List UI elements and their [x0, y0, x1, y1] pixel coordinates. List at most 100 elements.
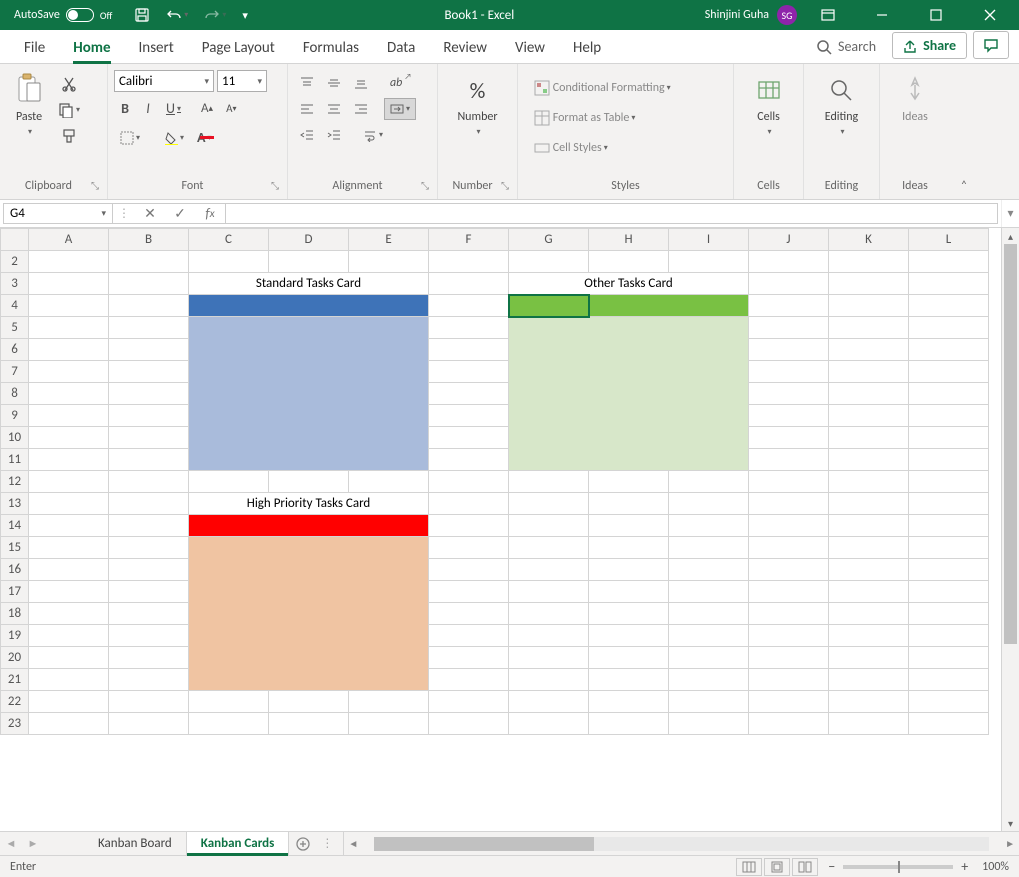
save-icon[interactable] [128, 3, 156, 27]
row-header[interactable]: 4 [1, 295, 29, 317]
col-header[interactable]: K [829, 229, 909, 251]
wrap-text-button[interactable]: ▾ [357, 124, 389, 146]
tell-me-search[interactable]: Search [806, 34, 886, 59]
row-header[interactable]: 15 [1, 537, 29, 559]
hscroll-left-icon[interactable]: ◄ [348, 837, 358, 850]
sheet-tab-kanban-cards[interactable]: Kanban Cards [187, 832, 290, 855]
other-card-title[interactable]: Other Tasks Card [509, 273, 749, 295]
minimize-button[interactable] [859, 0, 905, 30]
cells-button[interactable]: Cells▾ [747, 68, 791, 143]
scroll-down-icon[interactable]: ▾ [1002, 815, 1019, 831]
col-header[interactable]: A [29, 229, 109, 251]
tab-page-layout[interactable]: Page Layout [188, 31, 289, 63]
orientation-button[interactable]: ab↗ [384, 72, 417, 94]
hscroll-right-icon[interactable]: ► [1005, 837, 1015, 850]
name-box-grip[interactable]: ⋮ [113, 203, 135, 224]
align-center-button[interactable] [321, 98, 347, 120]
col-header[interactable]: L [909, 229, 989, 251]
enter-formula-button[interactable]: ✓ [165, 205, 195, 222]
collapse-ribbon-button[interactable]: ˄ [950, 64, 978, 199]
row-header[interactable]: 18 [1, 603, 29, 625]
row-header[interactable]: 12 [1, 471, 29, 493]
sheet-table[interactable]: A B C D E F G H I J K L 2 3Standard Task… [0, 228, 989, 735]
scroll-up-icon[interactable]: ▴ [1002, 228, 1019, 244]
row-header[interactable]: 5 [1, 317, 29, 339]
expand-formula-bar[interactable]: ▾ [1001, 200, 1019, 227]
qat-customize[interactable]: ▾ [236, 5, 254, 26]
tab-review[interactable]: Review [429, 31, 501, 63]
row-header[interactable]: 13 [1, 493, 29, 515]
shrink-font-button[interactable]: A▾ [220, 96, 242, 121]
autosave-toggle[interactable]: AutoSave Off [0, 8, 122, 22]
align-right-button[interactable] [348, 98, 374, 120]
share-button[interactable]: Share [892, 32, 967, 59]
font-size-dropdown[interactable]: 11▾ [217, 70, 267, 92]
tab-formulas[interactable]: Formulas [289, 31, 373, 63]
row-header[interactable]: 3 [1, 273, 29, 295]
scroll-thumb[interactable] [1004, 244, 1017, 644]
row-header[interactable]: 23 [1, 713, 29, 735]
col-header[interactable]: J [749, 229, 829, 251]
tab-insert[interactable]: Insert [125, 31, 188, 63]
merge-button[interactable]: ▾ [384, 98, 416, 120]
font-name-dropdown[interactable]: Calibri▾ [114, 70, 214, 92]
name-box[interactable]: G4▾ [3, 203, 113, 224]
close-button[interactable] [967, 0, 1013, 30]
col-header[interactable]: I [669, 229, 749, 251]
zoom-level[interactable]: 100% [982, 860, 1009, 874]
row-header[interactable]: 17 [1, 581, 29, 603]
increase-indent-button[interactable] [321, 124, 347, 146]
align-bottom-button[interactable] [348, 72, 374, 94]
ribbon-display-icon[interactable] [805, 0, 851, 30]
tab-help[interactable]: Help [559, 31, 615, 63]
hscroll-thumb[interactable] [374, 837, 594, 851]
tab-data[interactable]: Data [373, 31, 429, 63]
standard-card-header[interactable] [189, 295, 429, 317]
col-header[interactable]: E [349, 229, 429, 251]
comments-button[interactable] [973, 31, 1009, 59]
ideas-button[interactable]: Ideas [894, 68, 936, 128]
row-header[interactable]: 11 [1, 449, 29, 471]
col-header[interactable]: B [109, 229, 189, 251]
standard-card-body[interactable] [189, 317, 429, 471]
row-header[interactable]: 10 [1, 427, 29, 449]
underline-button[interactable]: U▾ [160, 96, 187, 121]
bold-button[interactable]: B [114, 96, 136, 121]
row-header[interactable]: 22 [1, 691, 29, 713]
format-painter-button[interactable] [52, 124, 86, 148]
cancel-formula-button[interactable]: ✕ [135, 205, 165, 222]
user-avatar[interactable]: SG [777, 5, 797, 25]
zoom-out-button[interactable]: − [828, 858, 835, 875]
alignment-dialog-icon[interactable]: ⤡ [421, 179, 429, 192]
number-dialog-icon[interactable]: ⤡ [501, 179, 509, 192]
row-header[interactable]: 16 [1, 559, 29, 581]
other-card-body[interactable] [509, 317, 749, 471]
align-middle-button[interactable] [321, 72, 347, 94]
high-priority-card-body[interactable] [189, 537, 429, 691]
tab-nav-prev[interactable]: ◄ [0, 832, 22, 855]
high-priority-card-header[interactable] [189, 515, 429, 537]
row-header[interactable]: 14 [1, 515, 29, 537]
col-header[interactable]: H [589, 229, 669, 251]
fx-button[interactable]: fx [195, 205, 225, 222]
selected-cell[interactable] [509, 295, 589, 317]
decrease-indent-button[interactable] [294, 124, 320, 146]
redo-button[interactable]: ▾ [198, 3, 232, 27]
editing-button[interactable]: Editing▾ [817, 68, 866, 143]
row-header[interactable]: 2 [1, 251, 29, 273]
cut-button[interactable] [52, 72, 86, 96]
tab-file[interactable]: File [10, 31, 59, 63]
fill-color-button[interactable]: ▾ [158, 125, 190, 150]
col-header[interactable]: C [189, 229, 269, 251]
other-card-header[interactable] [589, 295, 749, 317]
autosave-switch[interactable] [66, 8, 94, 22]
undo-button[interactable]: ▾ [160, 3, 194, 27]
new-sheet-button[interactable] [289, 832, 317, 855]
cell-styles-button[interactable]: Cell Styles▾ [528, 136, 723, 160]
row-header[interactable]: 7 [1, 361, 29, 383]
high-priority-card-title[interactable]: High Priority Tasks Card [189, 493, 429, 515]
clipboard-dialog-icon[interactable]: ⤡ [91, 179, 99, 192]
zoom-in-button[interactable]: + [961, 858, 968, 875]
horizontal-scrollbar[interactable]: ◄ ► [343, 832, 1019, 855]
italic-button[interactable]: I [137, 96, 159, 121]
